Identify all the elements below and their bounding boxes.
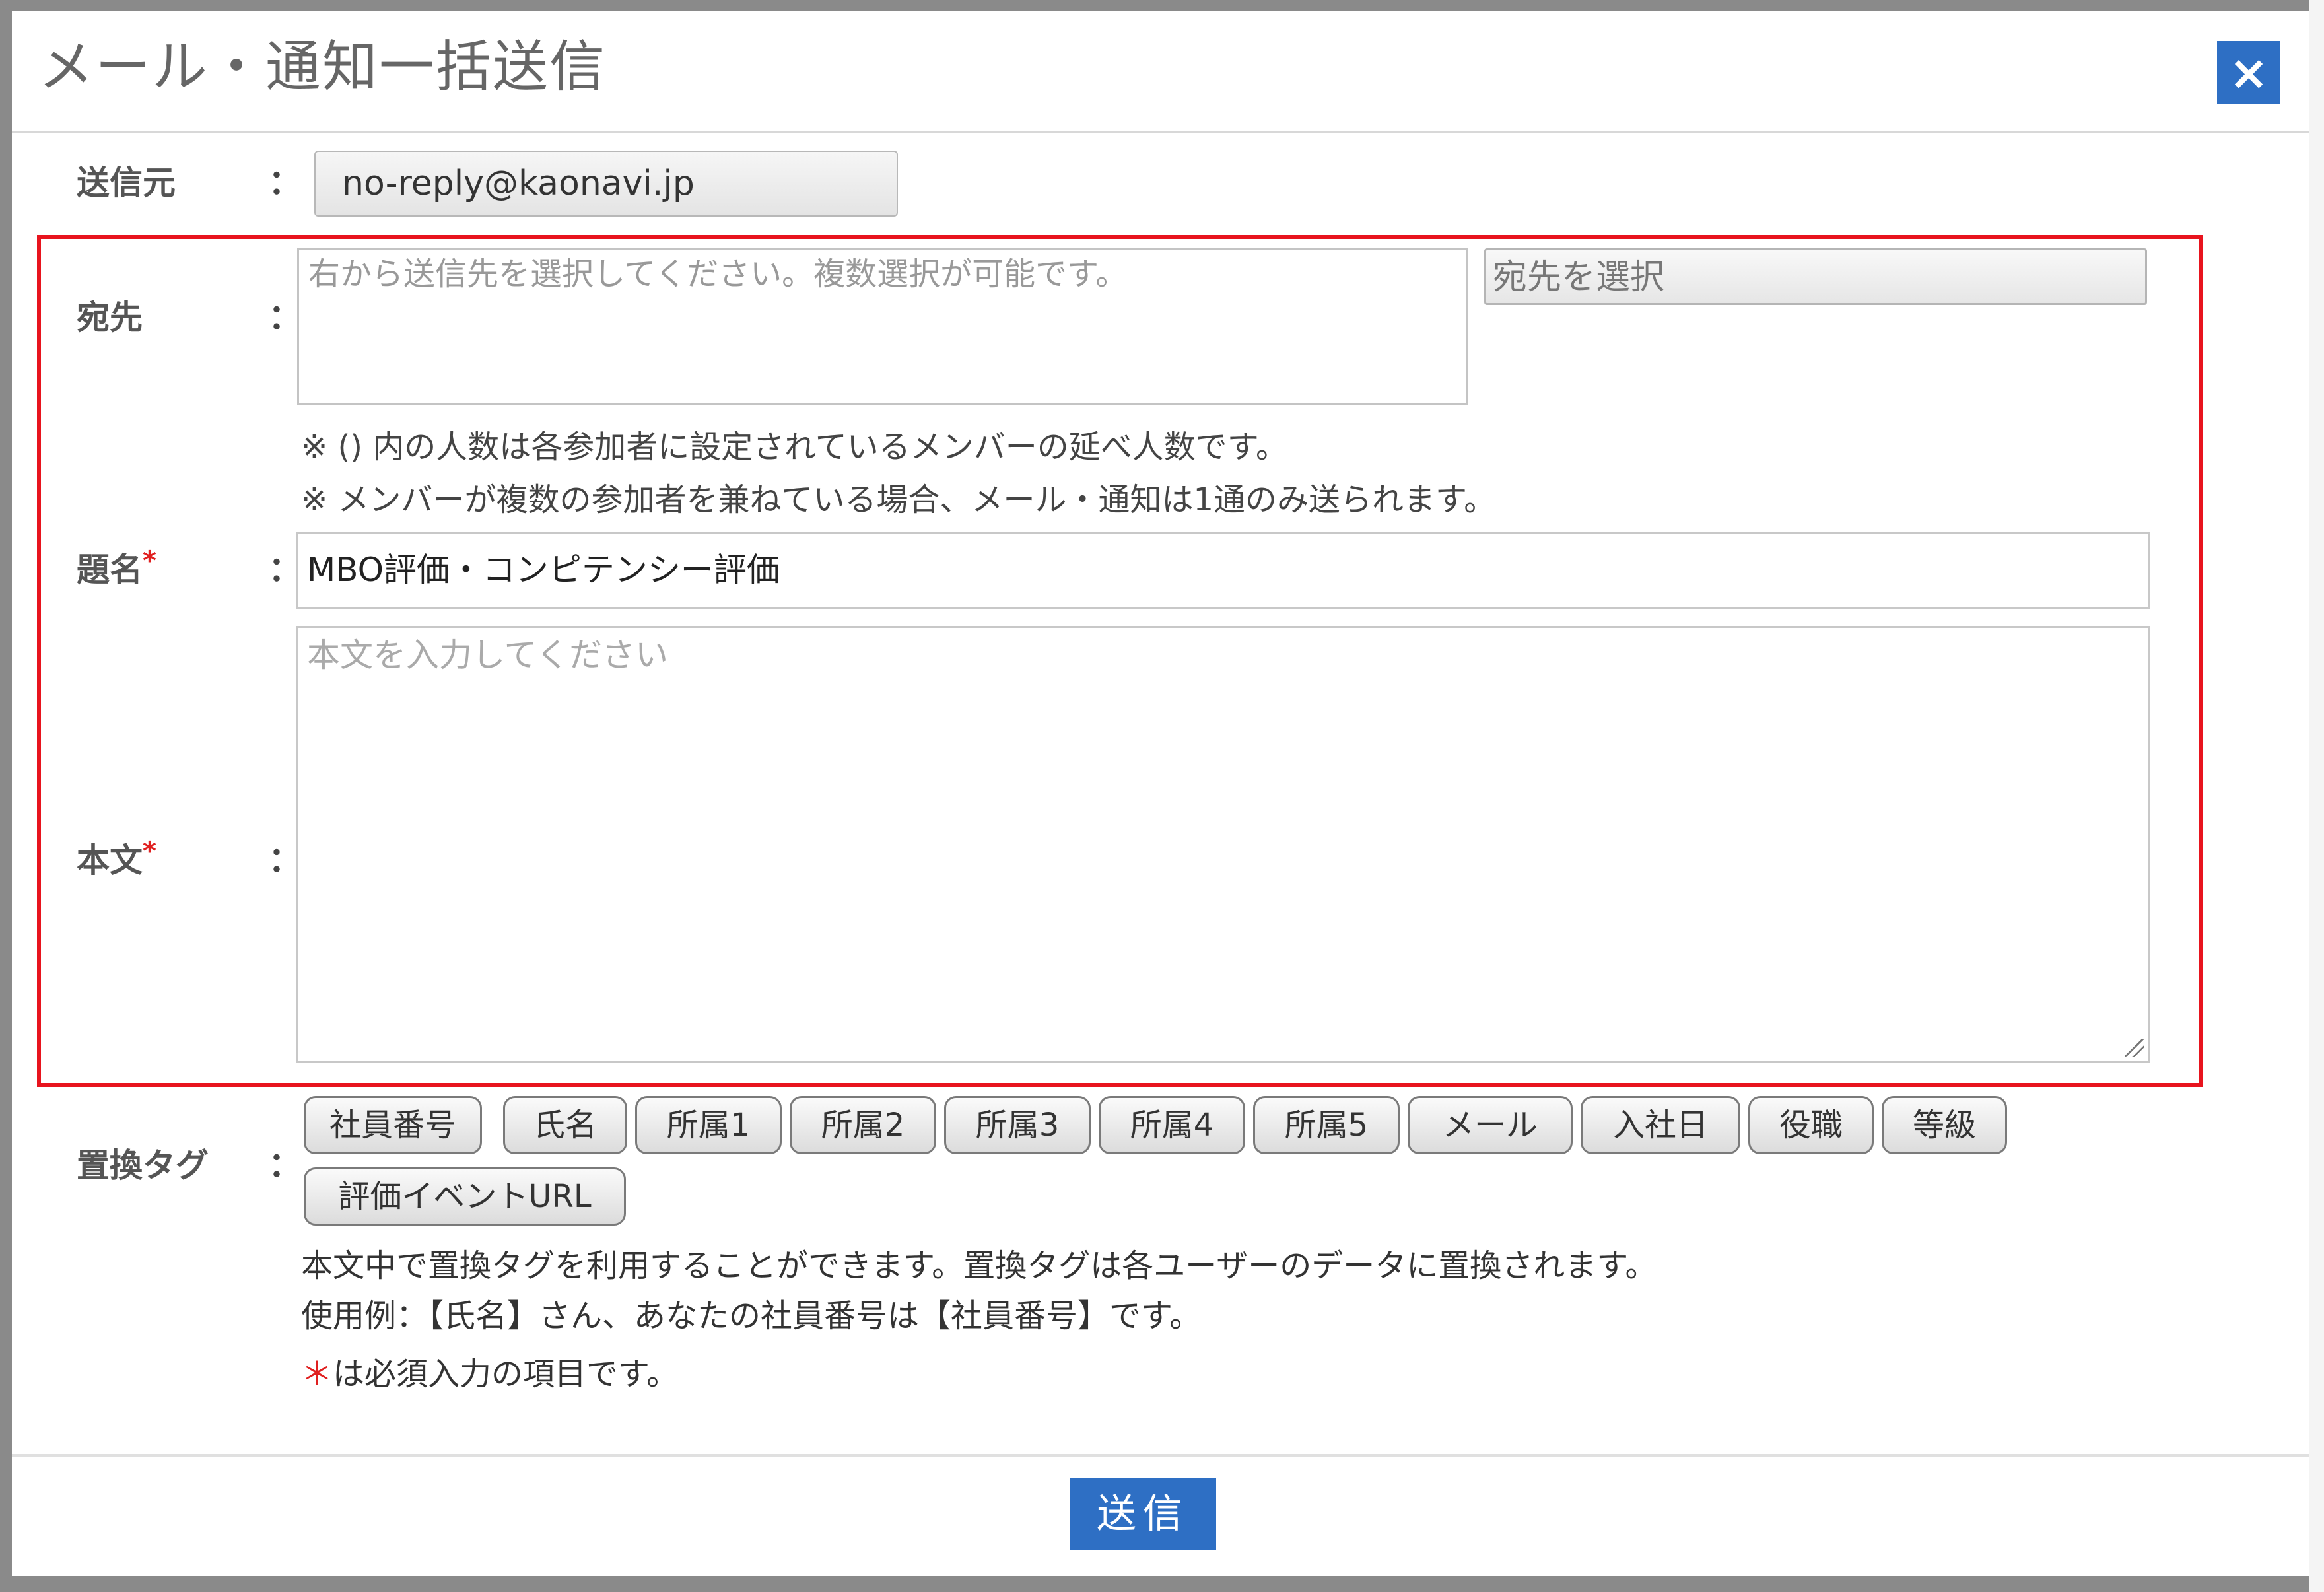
- dialog-title: メール・通知一括送信: [38, 34, 607, 99]
- background-edge: [2309, 0, 2324, 1592]
- tag-hire-date[interactable]: 入社日: [1581, 1096, 1740, 1154]
- replace-tags-label: 置換タグ: [77, 1146, 209, 1185]
- close-button[interactable]: ×: [2217, 41, 2280, 104]
- body-required-mark: *: [143, 836, 156, 867]
- tag-employee-number[interactable]: 社員番号: [304, 1096, 482, 1154]
- body-label: 本文*: [77, 837, 156, 883]
- tag-department-2[interactable]: 所属2: [790, 1096, 936, 1154]
- tag-evaluation-event-url[interactable]: 評価イベントURL: [304, 1167, 626, 1226]
- dialog-header: メール・通知一括送信 ×: [12, 11, 2309, 133]
- recipients-field[interactable]: 右から送信先を選択してください。複数選択が可能です。: [297, 248, 1468, 405]
- resize-grip-icon[interactable]: [2125, 1039, 2144, 1057]
- subject-required-mark: *: [143, 545, 156, 576]
- recipients-note-2: ※ メンバーが複数の参加者を兼ねている場合、メール・通知は1通のみ送られます。: [301, 481, 1496, 518]
- tag-email[interactable]: メール: [1408, 1096, 1573, 1154]
- sender-field: no-reply@kaonavi.jp: [314, 151, 898, 217]
- tag-department-5[interactable]: 所属5: [1253, 1096, 1400, 1154]
- body-placeholder: 本文を入力してください: [307, 636, 668, 674]
- replace-tags-info-1: 本文中で置換タグを利用することができます。置換タグは各ユーザーのデータに置換され…: [301, 1247, 1657, 1284]
- tag-department-3[interactable]: 所属3: [944, 1096, 1091, 1154]
- tag-grade[interactable]: 等級: [1882, 1096, 2007, 1154]
- required-note-mark: ＊: [301, 1356, 333, 1393]
- body-label-text: 本文: [77, 841, 143, 880]
- footer-divider: [12, 1454, 2309, 1457]
- required-note-text: は必須入力の項目です。: [333, 1356, 679, 1393]
- required-note: ＊は必須入力の項目です。: [301, 1352, 678, 1396]
- recipients-note-1: ※ () 内の人数は各参加者に設定されているメンバーの延べ人数です。: [301, 429, 1287, 466]
- tag-department-1[interactable]: 所属1: [635, 1096, 782, 1154]
- sender-colon: ：: [268, 163, 303, 203]
- body-textarea[interactable]: 本文を入力してください: [296, 626, 2150, 1063]
- recipients-label: 宛先: [77, 298, 143, 337]
- subject-label-text: 題名: [77, 551, 143, 589]
- tag-name[interactable]: 氏名: [503, 1096, 627, 1154]
- tag-department-4[interactable]: 所属4: [1099, 1096, 1245, 1154]
- subject-label: 題名*: [77, 547, 156, 593]
- send-button[interactable]: 送信: [1070, 1478, 1216, 1550]
- select-recipients-button[interactable]: 宛先を選択: [1484, 248, 2147, 305]
- mail-notification-dialog: メール・通知一括送信 × 送信元 ： no-reply@kaonavi.jp 宛…: [12, 11, 2309, 1576]
- subject-input[interactable]: MBO評価・コンピテンシー評価: [296, 532, 2150, 609]
- replace-tags-colon: ：: [268, 1146, 303, 1185]
- sender-label: 送信元: [77, 164, 176, 202]
- replace-tags-info-2: 使用例：【氏名】さん、あなたの社員番号は【社員番号】です。: [301, 1298, 1202, 1334]
- tag-position[interactable]: 役職: [1748, 1096, 1874, 1154]
